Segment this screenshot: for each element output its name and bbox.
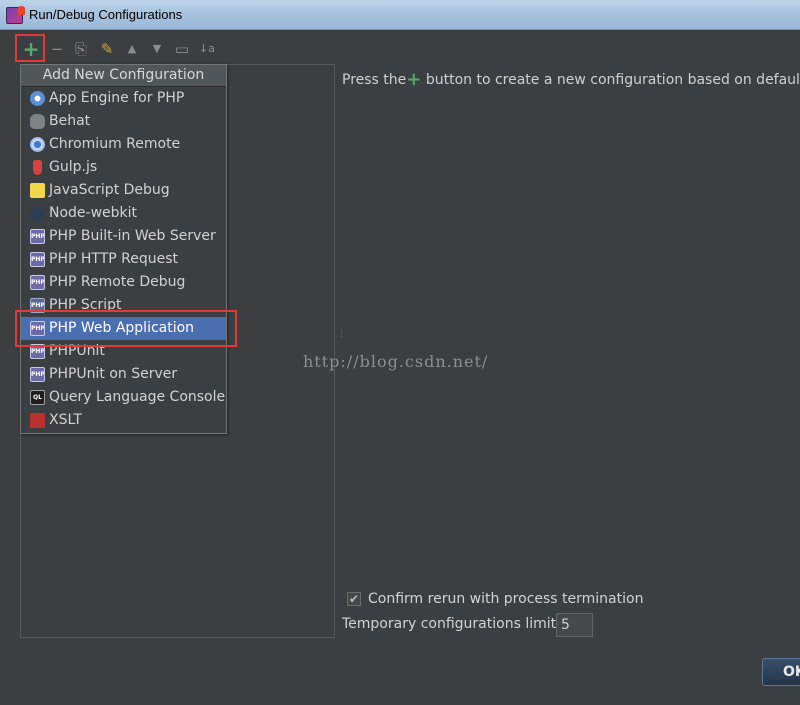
hint-suffix: button to create a new configuration bas…: [421, 72, 800, 88]
php-icon: PHP: [30, 275, 45, 290]
confirm-rerun-label: Confirm rerun with process termination: [368, 591, 644, 607]
add-configuration-popup: Add New Configuration App Engine for PHP…: [20, 64, 227, 434]
menu-item-label: Gulp.js: [49, 159, 98, 175]
app-engine-icon: [30, 91, 45, 106]
watermark-text: http://blog.csdn.net/: [303, 352, 489, 371]
php-icon: PHP: [30, 229, 45, 244]
menu-item-gulp-js[interactable]: Gulp.js: [21, 156, 226, 179]
menu-item-label: PHP Built-in Web Server: [49, 228, 216, 244]
phpstorm-logo-icon: [6, 6, 25, 24]
menu-item-xslt[interactable]: XSLT: [21, 409, 226, 432]
menu-item-php-built-in-web-server[interactable]: PHP PHP Built-in Web Server: [21, 225, 226, 248]
menu-item-label: XSLT: [49, 412, 82, 428]
copy-configuration-button[interactable]: ⎘: [71, 39, 91, 59]
menu-item-chromium-remote[interactable]: Chromium Remote: [21, 133, 226, 156]
menu-item-javascript-debug[interactable]: JavaScript Debug: [21, 179, 226, 202]
menu-item-label: JavaScript Debug: [49, 182, 170, 198]
menu-item-phpunit-on-server[interactable]: PHP PHPUnit on Server: [21, 363, 226, 386]
temp-config-limit-label: Temporary configurations limit:: [342, 616, 561, 632]
gulp-icon: [33, 160, 42, 175]
behat-icon: [30, 114, 45, 129]
edit-defaults-button[interactable]: ✎: [97, 39, 117, 59]
popup-menu-list: App Engine for PHP Behat Chromium Remote Gu…: [21, 87, 226, 432]
node-webkit-icon: [28, 205, 46, 223]
hint-prefix: Press the: [342, 72, 407, 88]
menu-item-label: Node-webkit: [49, 205, 138, 221]
menu-item-label: Chromium Remote: [49, 136, 181, 152]
php-icon: PHP: [30, 252, 45, 267]
menu-item-label: PHP HTTP Request: [49, 251, 179, 267]
menu-item-php-remote-debug[interactable]: PHP PHP Remote Debug: [21, 271, 226, 294]
menu-item-label: PHP Remote Debug: [49, 274, 186, 290]
menu-item-php-http-request[interactable]: PHP PHP HTTP Request: [21, 248, 226, 271]
php-icon: PHP: [30, 367, 45, 382]
confirm-rerun-checkbox[interactable]: ✔: [347, 592, 361, 606]
query-console-icon: QL: [30, 390, 45, 405]
menu-item-label: App Engine for PHP: [49, 90, 185, 106]
folder-icon[interactable]: ▭: [172, 39, 192, 59]
annotation-highlight-add: [15, 34, 45, 62]
move-down-button[interactable]: ▼: [147, 39, 167, 59]
xslt-icon: [30, 413, 45, 428]
menu-item-node-webkit[interactable]: Node-webkit: [21, 202, 226, 225]
temp-config-limit-input[interactable]: 5: [556, 613, 593, 637]
window-title: Run/Debug Configurations: [29, 7, 183, 22]
sort-icon[interactable]: ↓a: [197, 39, 217, 59]
title-bar: Run/Debug Configurations: [0, 0, 800, 30]
remove-configuration-button[interactable]: −: [47, 39, 67, 59]
ok-button[interactable]: OK: [762, 658, 800, 686]
popup-header: Add New Configuration: [21, 65, 226, 87]
menu-item-label: PHPUnit on Server: [49, 366, 178, 382]
move-up-button[interactable]: ▲: [122, 39, 142, 59]
menu-item-behat[interactable]: Behat: [21, 110, 226, 133]
menu-item-app-engine-for-php[interactable]: App Engine for PHP: [21, 87, 226, 110]
annotation-highlight-php-web-application: [15, 310, 237, 347]
menu-item-label: Behat: [49, 113, 91, 129]
empty-state-hint: Press the+ button to create a new config…: [342, 69, 800, 90]
chromium-icon: [30, 137, 45, 152]
plus-icon: +: [406, 69, 422, 90]
javascript-debug-icon: [30, 183, 45, 198]
splitter-handle[interactable]: ⋮: [337, 330, 346, 346]
menu-item-query-language-console[interactable]: QL Query Language Console: [21, 386, 226, 409]
menu-item-label: Query Language Console: [49, 389, 226, 405]
